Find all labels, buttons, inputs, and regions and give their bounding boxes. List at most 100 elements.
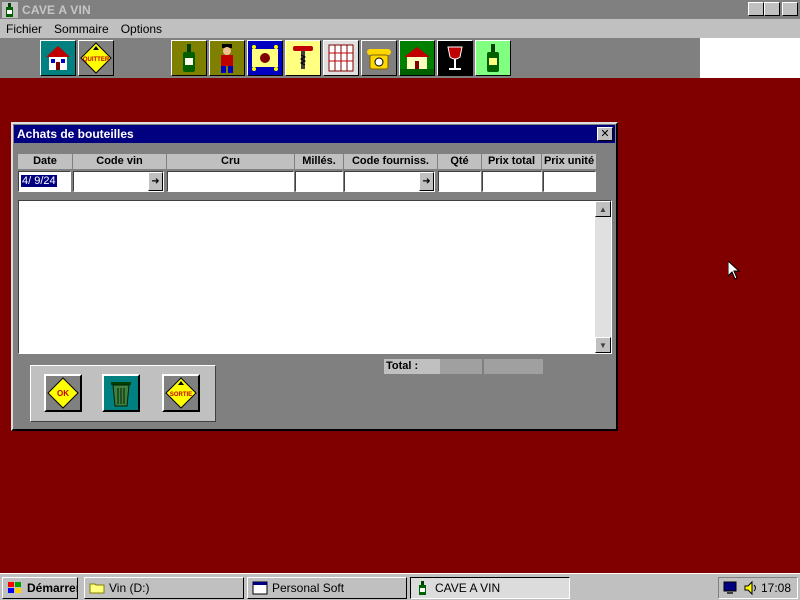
trash-can-icon: [104, 376, 138, 410]
close-button[interactable]: ✕: [782, 2, 798, 16]
task-personal-soft-label: Personal Soft: [272, 581, 345, 595]
task-vin-d[interactable]: Vin (D:): [84, 577, 244, 599]
system-tray: 17:08: [718, 577, 798, 599]
display-icon[interactable]: [723, 580, 739, 596]
bottle-label-icon: [476, 41, 510, 75]
code-fourniss-combobox[interactable]: ➜: [344, 171, 435, 192]
wine-bottle-icon: [172, 41, 206, 75]
dialog-title: Achats de bouteilles: [17, 127, 134, 141]
quitter-button[interactable]: QUITTER: [78, 40, 114, 76]
triangle-down-icon: ▼: [599, 340, 607, 350]
column-header-prix-total: Prix total: [482, 154, 542, 169]
labels-button[interactable]: [247, 40, 283, 76]
house-icon: [41, 41, 75, 75]
wine-rack-button[interactable]: [323, 40, 359, 76]
ok-button[interactable]: OK: [44, 374, 82, 412]
arrow-right-icon: ➜: [422, 176, 431, 187]
code-fourniss-dropdown-button[interactable]: ➜: [419, 172, 434, 191]
date-value: 4/ 9/24: [21, 175, 57, 187]
task-vin-d-label: Vin (D:): [109, 581, 150, 595]
menu-bar: Fichier Sommaire Options: [0, 19, 800, 38]
qte-field[interactable]: [438, 171, 481, 192]
telephone-button[interactable]: [361, 40, 397, 76]
close-icon: ✕: [600, 127, 610, 140]
speaker-icon[interactable]: [743, 580, 759, 596]
minimize-button[interactable]: _: [748, 2, 764, 16]
date-field[interactable]: 4/ 9/24: [18, 171, 71, 192]
column-header-qte: Qté: [438, 154, 482, 169]
quitter-sign-icon: QUITTER: [79, 41, 113, 75]
sortie-button[interactable]: SORTIE: [162, 374, 200, 412]
delete-button[interactable]: [102, 374, 140, 412]
column-header-cru: Cru: [167, 154, 295, 169]
wine-bottle-icon: [419, 581, 426, 595]
arrow-right-icon: ➜: [151, 176, 160, 187]
window-icon: [252, 581, 268, 595]
corkscrew-icon: [286, 41, 320, 75]
ok-sign-icon: OK: [46, 376, 80, 410]
quitter-text: QUITTER: [83, 57, 110, 63]
task-cave-a-vin-label: CAVE A VIN: [435, 581, 501, 595]
taskbar: Démarrer Vin (D:) Personal Soft CAVE A V…: [0, 573, 800, 600]
column-header-code-fourniss: Code fourniss.: [344, 154, 438, 169]
code-vin-combobox[interactable]: ➜: [73, 171, 164, 192]
mouse-cursor-icon: [728, 261, 740, 280]
wine-label-icon: [248, 41, 282, 75]
purchase-dialog: Achats de bouteilles ✕ Date Code vin Cru…: [11, 122, 618, 431]
purchases-list[interactable]: ▲ ▼: [18, 200, 612, 354]
tasting-button[interactable]: [437, 40, 473, 76]
corkscrew-button[interactable]: [285, 40, 321, 76]
home-button[interactable]: [40, 40, 76, 76]
total-price: [484, 359, 543, 374]
total-quantity: [440, 359, 482, 374]
total-label: Total :: [384, 359, 440, 374]
start-button[interactable]: Démarrer: [2, 577, 78, 599]
toolbar-blank-area: [700, 38, 800, 78]
menu-options[interactable]: Options: [115, 22, 168, 36]
bottles-button[interactable]: [171, 40, 207, 76]
wine-glass-icon: [438, 41, 472, 75]
ok-text: OK: [57, 389, 69, 398]
close-icon: ✕: [785, 3, 795, 14]
toolbar: QUITTER: [0, 38, 700, 78]
folder-icon: [89, 583, 105, 594]
code-vin-dropdown-button[interactable]: ➜: [148, 172, 163, 191]
minimize-icon: _: [753, 3, 759, 14]
scroll-down-button[interactable]: ▼: [595, 337, 611, 353]
task-personal-soft[interactable]: Personal Soft: [247, 577, 407, 599]
telephone-icon: [362, 41, 396, 75]
start-label: Démarrer: [27, 581, 78, 595]
maximize-button[interactable]: □: [764, 2, 780, 16]
scroll-up-button[interactable]: ▲: [595, 201, 611, 217]
sortie-text: SORTIE: [170, 392, 192, 398]
wine-rack-icon: [324, 41, 358, 75]
actions-panel: OK SORTIE: [30, 365, 216, 422]
list-scrollbar[interactable]: ▲ ▼: [595, 201, 611, 353]
wine-bottle-icon: [2, 1, 18, 18]
maximize-icon: □: [768, 3, 776, 14]
column-header-prix-unite: Prix unité: [542, 154, 597, 169]
windows-logo-icon: [8, 582, 21, 593]
clock[interactable]: 17:08: [761, 581, 791, 595]
task-cave-a-vin[interactable]: CAVE A VIN: [410, 577, 570, 599]
prix-total-field[interactable]: [482, 171, 542, 192]
sommelier-person-icon: [210, 41, 244, 75]
dialog-titlebar[interactable]: Achats de bouteilles ✕: [14, 125, 615, 143]
app-titlebar[interactable]: CAVE A VIN _ □ ✕: [0, 0, 800, 19]
column-header-code-vin: Code vin: [73, 154, 167, 169]
milles-field[interactable]: [295, 171, 343, 192]
bottle-card-button[interactable]: [475, 40, 511, 76]
column-header-date: Date: [18, 154, 73, 169]
column-header-milles: Millés.: [295, 154, 344, 169]
app-title: CAVE A VIN: [22, 2, 91, 17]
triangle-up-icon: ▲: [599, 204, 607, 214]
chateau-icon: [400, 41, 434, 75]
sortie-sign-icon: SORTIE: [164, 376, 198, 410]
sommelier-button[interactable]: [209, 40, 245, 76]
dialog-close-button[interactable]: ✕: [597, 127, 613, 141]
cru-field[interactable]: [167, 171, 294, 192]
chateau-button[interactable]: [399, 40, 435, 76]
menu-fichier[interactable]: Fichier: [0, 22, 48, 36]
menu-sommaire[interactable]: Sommaire: [48, 22, 115, 36]
prix-unite-field[interactable]: [543, 171, 596, 192]
